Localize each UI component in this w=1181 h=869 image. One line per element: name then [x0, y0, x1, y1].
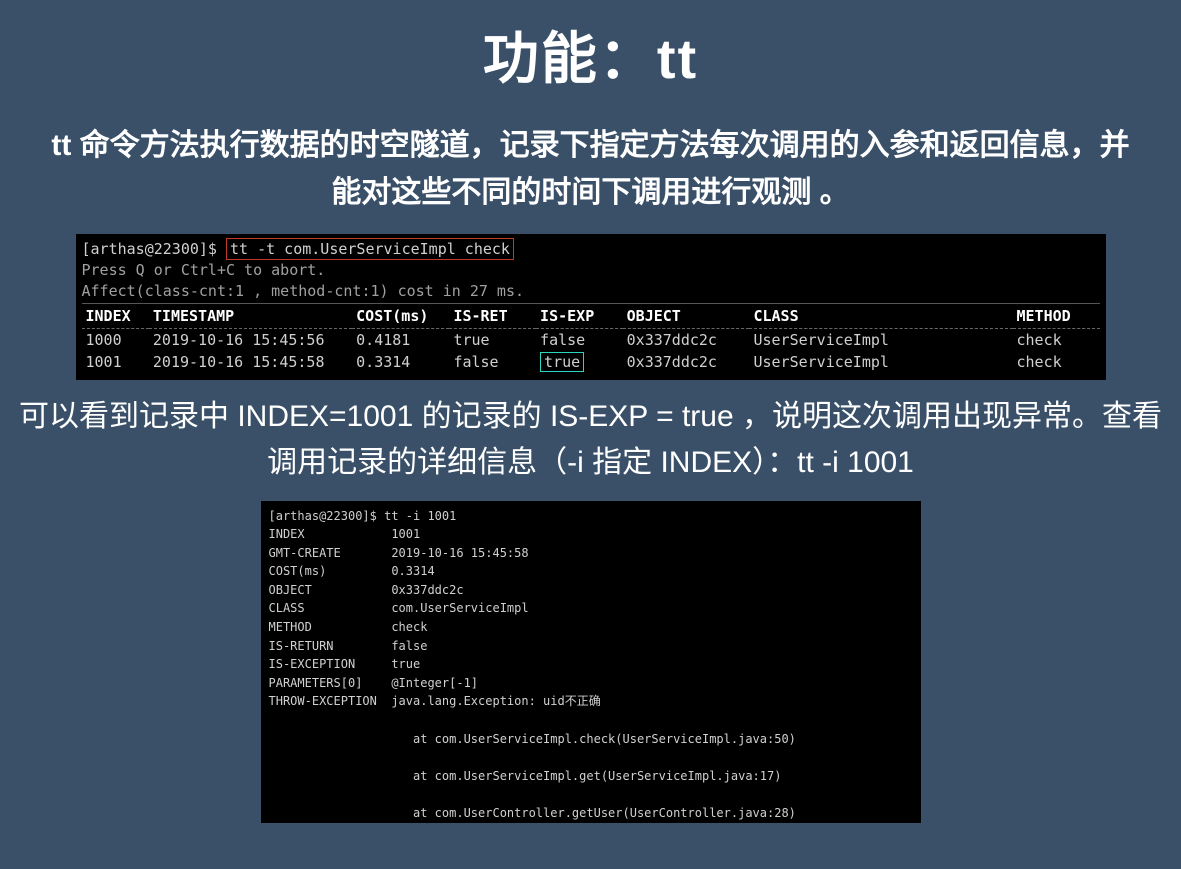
table-header: COST(ms) — [352, 303, 449, 328]
terminal-1-abort: Press Q or Ctrl+C to abort. — [82, 260, 1100, 280]
table-cell: UserServiceImpl — [749, 329, 1012, 352]
table-header: METHOD — [1013, 303, 1100, 328]
table-header: OBJECT — [623, 303, 750, 328]
terminal-2: [arthas@22300]$ tt -i 1001 INDEX 1001 GM… — [261, 501, 921, 823]
table-cell: 1000 — [82, 329, 149, 352]
table-cell: check — [1013, 351, 1100, 373]
table-cell: true — [536, 351, 623, 373]
table-cell: 1001 — [82, 351, 149, 373]
table-cell: 0x337ddc2c — [623, 329, 750, 352]
is-exp-highlight: true — [540, 352, 584, 372]
terminal-1-table: INDEXTIMESTAMPCOST(ms)IS-RETIS-EXPOBJECT… — [82, 303, 1100, 374]
table-header: IS-RET — [449, 303, 536, 328]
table-cell: 0x337ddc2c — [623, 351, 750, 373]
terminal-1-command: tt -t com.UserServiceImpl check — [226, 238, 514, 260]
terminal-1-prompt: [arthas@22300]$ — [82, 240, 217, 258]
table-cell: 2019-10-16 15:45:58 — [149, 351, 352, 373]
table-cell: false — [449, 351, 536, 373]
table-cell: true — [449, 329, 536, 352]
description-text: 可以看到记录中 INDEX=1001 的记录的 IS-EXP = true ，说… — [18, 394, 1163, 487]
table-cell: false — [536, 329, 623, 352]
table-header: CLASS — [749, 303, 1012, 328]
table-row: 10012019-10-16 15:45:580.3314falsetrue 0x… — [82, 351, 1100, 373]
terminal-1: [arthas@22300]$ tt -t com.UserServiceImp… — [76, 234, 1106, 380]
table-cell: UserServiceImpl — [749, 351, 1012, 373]
table-header: IS-EXP — [536, 303, 623, 328]
page-title: 功能：tt — [0, 0, 1181, 95]
subtitle-text: tt 命令方法执行数据的时空隧道，记录下指定方法每次调用的入参和返回信息，并能对… — [40, 123, 1141, 216]
table-header: TIMESTAMP — [149, 303, 352, 328]
table-row: 10002019-10-16 15:45:560.4181truefalse0x… — [82, 329, 1100, 352]
terminal-1-affect: Affect(class-cnt:1 , method-cnt:1) cost … — [82, 281, 1100, 301]
table-cell: 0.3314 — [352, 351, 449, 373]
table-cell: 0.4181 — [352, 329, 449, 352]
table-cell: 2019-10-16 15:45:56 — [149, 329, 352, 352]
table-header: INDEX — [82, 303, 149, 328]
table-cell: check — [1013, 329, 1100, 352]
